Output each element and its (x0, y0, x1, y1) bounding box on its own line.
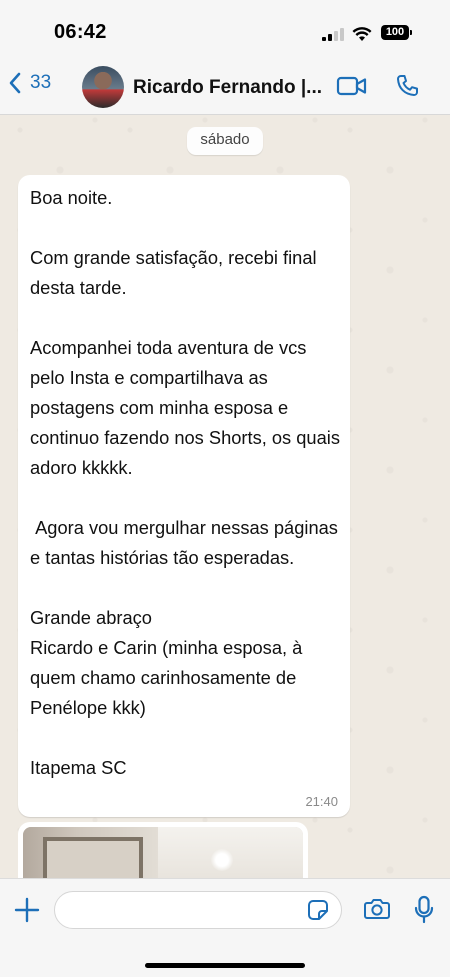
battery-tip (410, 30, 412, 35)
message-paragraph: Itapema SC (30, 757, 127, 778)
sticker-icon[interactable] (307, 899, 329, 921)
contact-name[interactable]: Ricardo Fernando |... (133, 77, 323, 99)
message-input[interactable] (54, 891, 342, 929)
message-paragraph: Acompanhei toda aventura de vcs pelo Ins… (30, 337, 346, 478)
phone-icon[interactable] (394, 73, 420, 99)
composer-bar (0, 878, 450, 977)
message-paragraph: Boa noite. (30, 187, 113, 208)
message-paragraph: Agora vou mergulhar nessas páginas e tan… (30, 517, 344, 568)
cellular-signal-icon (322, 28, 344, 41)
message-paragraph: Grande abraço Ricardo e Carin (minha esp… (30, 607, 303, 718)
microphone-icon[interactable] (413, 895, 435, 925)
chevron-left-icon (9, 72, 21, 94)
unread-count: 33 (30, 72, 52, 93)
battery-icon: 100 (381, 25, 409, 40)
avatar[interactable] (82, 66, 124, 108)
video-camera-icon[interactable] (336, 75, 368, 97)
wifi-icon (352, 27, 372, 41)
home-indicator (145, 963, 305, 968)
message-paragraph: Com grande satisfação, recebi final dest… (30, 247, 322, 298)
status-time: 06:42 (54, 21, 107, 43)
back-button[interactable]: 33 (8, 72, 51, 94)
date-separator: sábado (187, 127, 263, 155)
chat-header: 33 Ricardo Fernando |... (0, 62, 450, 115)
message-text: Boa noite. Com grande satisfação, recebi… (30, 183, 340, 783)
message-bubble[interactable]: Boa noite. Com grande satisfação, recebi… (18, 175, 350, 817)
message-timestamp: 21:40 (305, 794, 338, 809)
camera-icon[interactable] (363, 897, 391, 921)
plus-icon[interactable] (14, 897, 40, 923)
status-bar: 06:42 100 (0, 0, 450, 62)
